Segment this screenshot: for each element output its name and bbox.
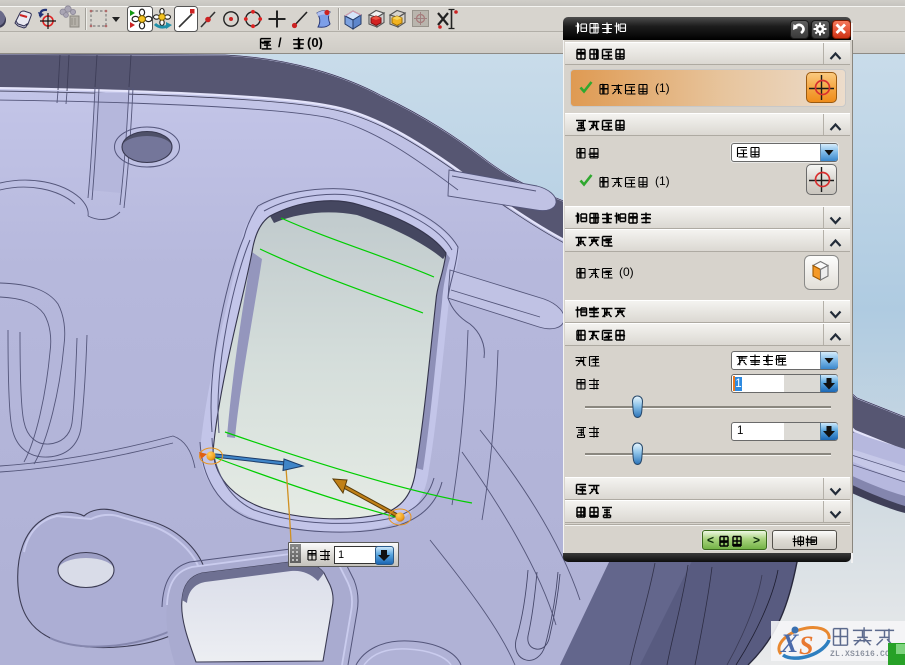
svg-text:S: S bbox=[799, 631, 813, 660]
svg-text:X: X bbox=[780, 629, 799, 658]
